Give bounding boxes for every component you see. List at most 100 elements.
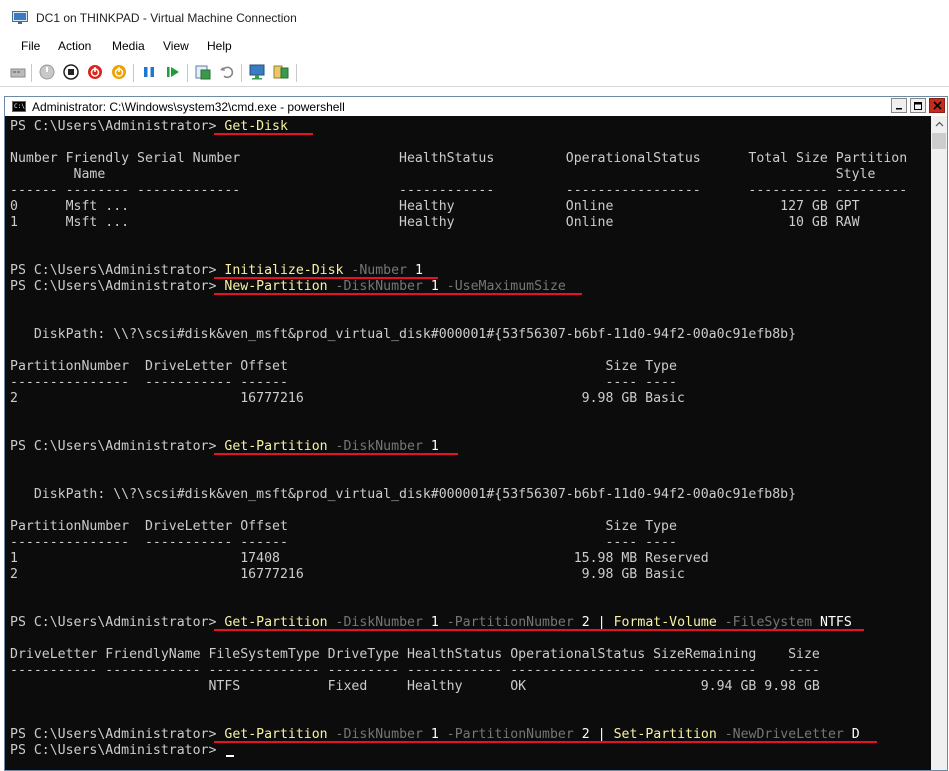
table-header: PartitionNumber DriveLetter Offset Size …: [10, 519, 677, 534]
cmdlet: Set-Partition: [613, 727, 717, 742]
prompt: PS C:\Users\Administrator>: [10, 743, 225, 758]
cmdlet: Get-Partition: [224, 727, 328, 742]
parameter-value: NTFS: [820, 615, 852, 630]
cmd-icon: C:\: [12, 101, 26, 112]
share-icon[interactable]: [272, 63, 290, 81]
text-cursor: [226, 755, 234, 757]
prompt: PS C:\Users\Administrator>: [10, 615, 225, 630]
parameter: -DiskNumber: [335, 279, 423, 294]
start-icon[interactable]: [38, 63, 56, 81]
console-output[interactable]: PS C:\Users\Administrator> Get-Disk Numb…: [5, 116, 931, 770]
close-button[interactable]: [929, 98, 945, 113]
parameter-value: 2: [581, 615, 590, 630]
parameter: -Number: [351, 263, 407, 278]
table-row: 2 16777216 9.98 GB Basic: [10, 567, 685, 582]
toolbar-separator: [296, 64, 297, 82]
minimize-button[interactable]: [891, 98, 907, 113]
prompt: PS C:\Users\Administrator>: [10, 263, 225, 278]
parameter: -FileSystem: [724, 615, 813, 630]
scroll-up-button[interactable]: [931, 116, 947, 132]
console-titlebar: C:\ Administrator: C:\Windows\system32\c…: [5, 97, 947, 116]
pipe-operator: |: [597, 615, 606, 630]
cmdlet: Get-Partition: [224, 615, 328, 630]
table-row: 0 Msft ... Healthy Online 127 GB GPT: [10, 199, 860, 214]
prompt: PS C:\Users\Administrator>: [10, 279, 225, 294]
save-icon[interactable]: [110, 63, 128, 81]
menu-view[interactable]: View: [163, 39, 189, 53]
parameter-value: 1: [430, 727, 439, 742]
maximize-icon: [914, 101, 922, 110]
toolbar-separator: [31, 64, 32, 82]
resume-icon[interactable]: [164, 63, 182, 81]
console-window[interactable]: C:\ Administrator: C:\Windows\system32\c…: [4, 96, 948, 771]
vertical-scrollbar[interactable]: [931, 116, 947, 770]
parameter: -DiskNumber: [335, 615, 423, 630]
parameter: -UseMaximumSize: [446, 279, 566, 294]
prompt: PS C:\Users\Administrator>: [10, 119, 225, 134]
table-divider: ------ -------- ------------- ----------…: [10, 183, 908, 198]
table-divider: --------------- ----------- ------ ---- …: [10, 535, 677, 550]
toolbar: [0, 58, 949, 87]
cmdlet: New-Partition: [224, 279, 328, 294]
parameter-value: D: [851, 727, 860, 742]
parameter-value: 2: [581, 727, 590, 742]
menu-bar: File Action Media View Help: [0, 36, 949, 58]
command-underline: [214, 133, 313, 135]
pipe-operator: |: [597, 727, 606, 742]
parameter: -PartitionNumber: [446, 615, 574, 630]
command-underline: [214, 629, 864, 631]
menu-media[interactable]: Media: [112, 39, 145, 53]
table-row: 2 16777216 9.98 GB Basic: [10, 391, 685, 406]
table-header: Number Friendly Serial Number HealthStat…: [10, 151, 908, 166]
command-underline: [214, 741, 877, 743]
shut-down-icon[interactable]: [86, 63, 104, 81]
minimize-icon: [896, 107, 902, 109]
toolbar-separator: [187, 64, 188, 82]
cmdlet: Get-Disk: [224, 119, 288, 134]
command-underline: [214, 293, 582, 295]
toolbar-separator: [133, 64, 134, 82]
maximize-button[interactable]: [910, 98, 926, 113]
command-line[interactable]: PS C:\Users\Administrator>: [10, 743, 224, 759]
enhanced-session-icon[interactable]: [248, 63, 266, 81]
cmdlet: Get-Partition: [224, 439, 328, 454]
table-header: PartitionNumber DriveLetter Offset Size …: [10, 359, 677, 374]
scrollbar-thumb[interactable]: [932, 133, 946, 149]
menu-help[interactable]: Help: [207, 39, 232, 53]
cmdlet: Initialize-Disk: [224, 263, 344, 278]
close-icon: [932, 101, 942, 110]
table-row: NTFS Fixed Healthy OK 9.94 GB 9.98 GB: [10, 679, 820, 694]
menu-action[interactable]: Action: [58, 39, 91, 53]
revert-icon[interactable]: [218, 63, 236, 81]
prompt: PS C:\Users\Administrator>: [10, 727, 225, 742]
ctrl-alt-del-icon[interactable]: [9, 63, 27, 81]
parameter-value: 1: [430, 615, 439, 630]
prompt: PS C:\Users\Administrator>: [10, 439, 225, 454]
parameter-value: 1: [430, 439, 439, 454]
pause-icon[interactable]: [140, 63, 158, 81]
parameter: -PartitionNumber: [446, 727, 574, 742]
checkpoint-icon[interactable]: [194, 63, 212, 81]
cmdlet: Format-Volume: [613, 615, 717, 630]
table-row: 1 Msft ... Healthy Online 10 GB RAW: [10, 215, 860, 230]
turn-off-icon[interactable]: [62, 63, 80, 81]
disk-path: DiskPath: \\?\scsi#disk&ven_msft&prod_vi…: [10, 487, 797, 502]
vm-connection-app-icon: [12, 11, 28, 24]
table-divider: --------------- ----------- ------ ---- …: [10, 375, 677, 390]
table-header: DriveLetter FriendlyName FileSystemType …: [10, 647, 820, 662]
chevron-up-icon: [935, 121, 943, 127]
disk-path: DiskPath: \\?\scsi#disk&ven_msft&prod_vi…: [10, 327, 797, 342]
vm-connection-titlebar: DC1 on THINKPAD - Virtual Machine Connec…: [0, 0, 949, 37]
command-underline: [214, 453, 458, 455]
parameter-value: 1: [414, 263, 423, 278]
table-divider: ----------- ------------ -------------- …: [10, 663, 820, 678]
parameter: -NewDriveLetter: [724, 727, 844, 742]
window-title: DC1 on THINKPAD - Virtual Machine Connec…: [36, 11, 297, 25]
parameter: -DiskNumber: [335, 727, 423, 742]
toolbar-separator: [241, 64, 242, 82]
console-title: Administrator: C:\Windows\system32\cmd.e…: [32, 100, 345, 114]
parameter: -DiskNumber: [335, 439, 423, 454]
table-header: Name Style: [10, 167, 876, 182]
menu-file[interactable]: File: [21, 39, 40, 53]
parameter-value: 1: [430, 279, 439, 294]
